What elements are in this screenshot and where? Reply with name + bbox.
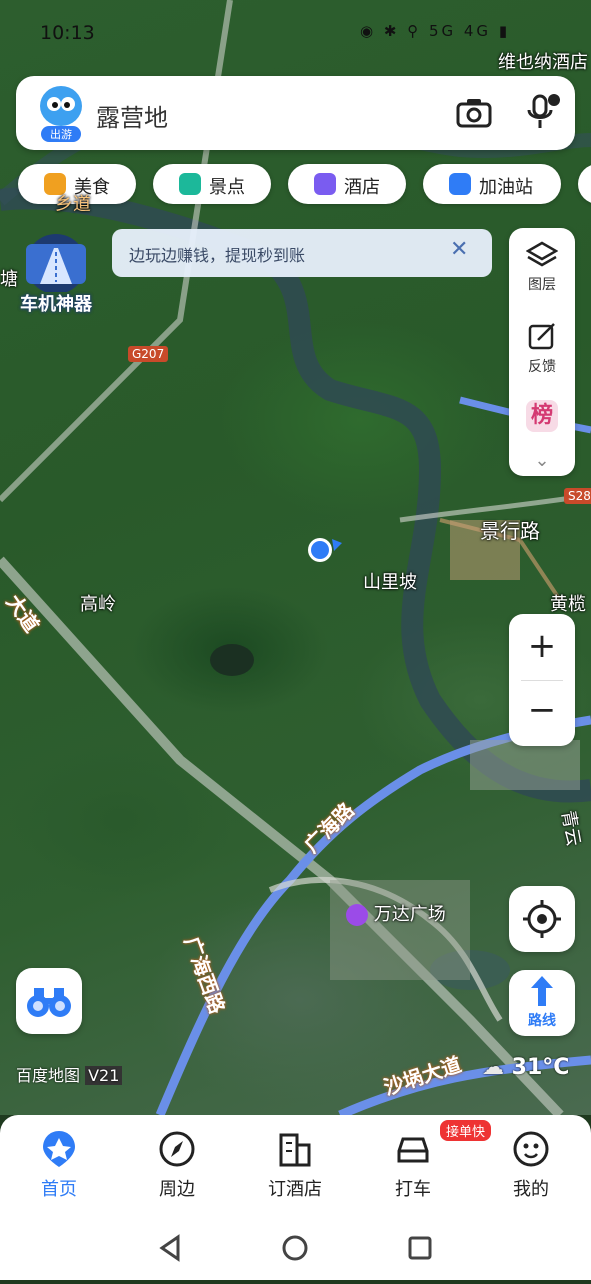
explore-button[interactable] xyxy=(16,968,82,1034)
layers-icon xyxy=(525,241,559,267)
mascot-icon[interactable]: 出游 xyxy=(38,84,84,142)
chip-hotel[interactable]: 酒店 xyxy=(288,164,406,204)
crosshair-icon xyxy=(523,900,561,938)
binoculars-icon xyxy=(27,988,71,1017)
camera-icon[interactable] xyxy=(456,96,492,130)
ranking-badge: 榜 xyxy=(526,400,558,432)
feedback-label: 反馈 xyxy=(528,359,556,375)
promo-banner[interactable]: 边玩边赚钱，提现秒到账 ✕ xyxy=(112,229,492,277)
route-button[interactable]: 路线 xyxy=(509,970,575,1036)
bottom-nav: 首页 周边 订酒店 打车 我的 xyxy=(0,1115,591,1215)
search-input[interactable]: 露营地 xyxy=(96,98,168,133)
map-brand: 百度地图 V21 xyxy=(16,1062,123,1086)
brand-label: 百度地图 xyxy=(16,1066,81,1085)
nav-nearby[interactable]: 周边 xyxy=(118,1115,236,1215)
building-icon xyxy=(279,1133,311,1167)
feedback-button[interactable]: 反馈 xyxy=(509,322,575,376)
hotel-icon xyxy=(314,173,336,195)
weather-widget[interactable]: ☁ 31°C xyxy=(482,1055,569,1080)
current-location-marker xyxy=(306,535,342,563)
zoom-in-button[interactable]: + xyxy=(509,626,575,666)
route-arrow-icon xyxy=(531,976,553,1006)
home-pin-icon xyxy=(43,1131,75,1167)
map-label-huanglan[interactable]: 黄榄 xyxy=(550,590,586,616)
chip-label: 加油站 xyxy=(479,177,533,198)
layers-button[interactable]: 图层 xyxy=(509,240,575,294)
nav-book-hotel[interactable]: 订酒店 xyxy=(236,1115,354,1215)
map-label-jingxing-road: 景行路 xyxy=(480,519,540,543)
map-label-shanlipo[interactable]: 山里坡 xyxy=(363,568,417,594)
map-label-hotel[interactable]: 维也纳酒店 xyxy=(498,48,588,74)
weather-temp: 31°C xyxy=(511,1055,570,1080)
wanda-label: 万达广场 xyxy=(373,904,446,925)
chip-label: 景点 xyxy=(209,177,245,198)
chevron-down-icon[interactable]: ⌄ xyxy=(509,450,575,471)
map-label-g207: G207 xyxy=(128,346,169,362)
chip-more[interactable] xyxy=(578,164,591,204)
locate-me-button[interactable] xyxy=(509,886,575,952)
search-bar[interactable]: 出游 露营地 xyxy=(16,76,575,150)
zoom-control: + − xyxy=(509,614,575,746)
home-circle-icon[interactable] xyxy=(282,1235,308,1261)
shopping-bag-icon xyxy=(346,904,368,926)
poi-wanda-plaza[interactable]: 万达广场 xyxy=(346,900,446,926)
route-label: 路线 xyxy=(528,1013,556,1029)
map-label-xiang: 乡道 xyxy=(55,194,91,215)
cloud-sun-icon: ☁ xyxy=(482,1055,504,1080)
compass-icon xyxy=(159,1131,195,1167)
car-icon xyxy=(397,1137,429,1163)
nav-book-hotel-label: 订酒店 xyxy=(268,1179,322,1200)
chip-scenic[interactable]: 景点 xyxy=(153,164,271,204)
mascot-label: 出游 xyxy=(50,127,72,141)
taxi-badge: 接单快 xyxy=(440,1120,492,1141)
close-icon[interactable]: ✕ xyxy=(450,237,468,262)
status-time: 10:13 xyxy=(40,22,95,44)
scenic-icon xyxy=(179,173,201,195)
car-machine-widget[interactable]: 车机神器 xyxy=(10,230,102,315)
ranking-button[interactable]: 榜 xyxy=(509,400,575,432)
chip-label: 酒店 xyxy=(344,177,380,198)
system-nav-bar xyxy=(0,1215,591,1280)
nav-nearby-label: 周边 xyxy=(159,1179,195,1200)
edit-feedback-icon xyxy=(528,323,555,350)
car-screen-icon xyxy=(26,234,86,294)
divider xyxy=(521,680,563,681)
smiley-face-icon xyxy=(513,1131,549,1167)
microphone-icon[interactable] xyxy=(522,92,562,132)
category-chips: 美食 景点 酒店 加油站 xyxy=(18,164,591,206)
back-icon[interactable] xyxy=(159,1234,180,1262)
map-tools-panel: 图层 反馈 榜 ⌄ xyxy=(509,228,575,476)
layers-label: 图层 xyxy=(528,277,556,293)
recent-apps-icon[interactable] xyxy=(408,1236,432,1260)
gas-station-icon xyxy=(449,173,471,195)
banner-text: 边玩边赚钱，提现秒到账 xyxy=(129,246,306,265)
chip-gas-station[interactable]: 加油站 xyxy=(423,164,561,204)
nav-taxi-label: 打车 xyxy=(395,1179,431,1200)
nav-profile-label: 我的 xyxy=(513,1179,549,1200)
map-label-gaoling[interactable]: 高岭 xyxy=(80,590,116,616)
car-widget-label: 车机神器 xyxy=(20,294,92,315)
map-label-s285: S285 xyxy=(564,488,591,504)
version-label: V21 xyxy=(85,1066,123,1085)
status-icons: ◉ ✱ ⚲ 5G 4G ▮ xyxy=(360,22,511,40)
zoom-out-button[interactable]: − xyxy=(509,690,575,730)
map-label-tang: 塘 xyxy=(0,269,18,290)
nav-home[interactable]: 首页 xyxy=(0,1115,118,1215)
nav-home-label: 首页 xyxy=(41,1179,77,1200)
